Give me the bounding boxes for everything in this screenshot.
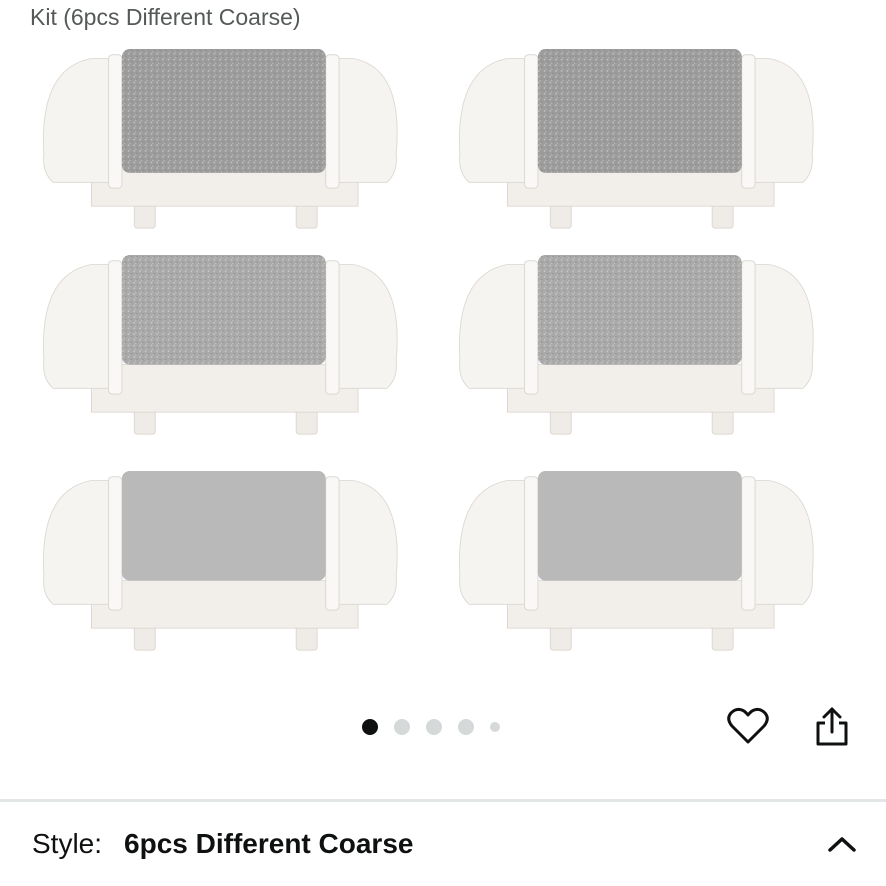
gallery-pagination <box>362 716 522 738</box>
style-value: 6pcs Different Coarse <box>124 828 414 859</box>
chevron-up-icon[interactable] <box>822 824 862 864</box>
roller-refill-image <box>458 255 814 435</box>
share-button[interactable] <box>810 704 854 748</box>
gallery-dot-3[interactable] <box>426 719 442 735</box>
product-image-gallery[interactable] <box>0 0 886 700</box>
gallery-dot-1[interactable] <box>362 719 378 735</box>
share-icon <box>816 707 848 746</box>
roller-refill-image <box>42 471 398 651</box>
favorite-button[interactable] <box>726 704 770 748</box>
roller-refill-image <box>458 471 814 651</box>
style-selector[interactable]: Style: 6pcs Different Coarse <box>32 802 862 886</box>
heart-icon <box>727 707 769 744</box>
style-label: Style: <box>32 828 103 859</box>
gallery-dot-2[interactable] <box>394 719 410 735</box>
roller-refill-image <box>42 49 398 229</box>
roller-refill-image <box>458 49 814 229</box>
roller-refill-image <box>42 255 398 435</box>
gallery-dot-4[interactable] <box>458 719 474 735</box>
gallery-dot-5[interactable] <box>490 722 500 732</box>
